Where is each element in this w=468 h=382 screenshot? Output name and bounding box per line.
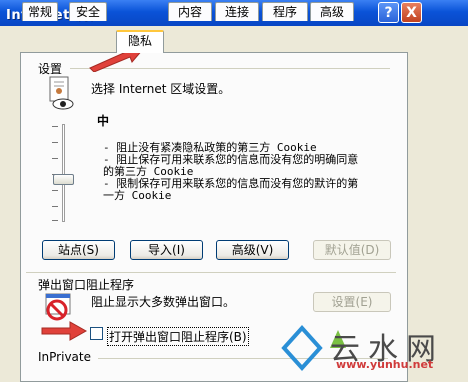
import-button[interactable]: 导入(I)	[130, 240, 203, 260]
popup-blocker-icon	[45, 293, 71, 321]
close-button[interactable]: X	[401, 2, 422, 23]
slider-tick	[52, 220, 58, 221]
popup-blocker-checkbox-label[interactable]: 打开弹出窗口阻止程序(B)	[107, 327, 249, 346]
privacy-slider-thumb[interactable]	[53, 174, 74, 185]
privacy-level-label: 中	[97, 114, 110, 128]
advanced-button[interactable]: 高级(V)	[216, 240, 289, 260]
settings-group-label: 设置	[38, 62, 63, 76]
tab-general[interactable]: 常规	[22, 2, 58, 21]
tab-privacy[interactable]: 隐私	[116, 30, 164, 53]
inprivate-group-label: InPrivate	[38, 350, 91, 364]
slider-tick	[52, 142, 58, 143]
help-button[interactable]: ?	[378, 2, 399, 23]
popup-top-separator	[26, 272, 396, 273]
tab-programs[interactable]: 程序	[262, 2, 308, 21]
slider-tick	[52, 190, 58, 191]
watermark-url: www.yunhu.net	[336, 358, 434, 371]
annotation-arrow-checkbox	[41, 321, 88, 341]
popup-group-label: 弹出窗口阻止程序	[38, 278, 135, 292]
tab-advanced[interactable]: 高级	[310, 2, 354, 21]
popup-settings-button[interactable]: 设置(E)	[313, 292, 391, 312]
tab-connections[interactable]: 连接	[215, 2, 259, 21]
popup-description: 阻止显示大多数弹出窗口。	[91, 295, 236, 309]
slider-tick	[52, 126, 58, 127]
popup-blocker-checkbox[interactable]	[90, 327, 103, 340]
privacy-slider-track[interactable]	[62, 124, 65, 222]
tab-content[interactable]: 内容	[168, 2, 212, 21]
default-button[interactable]: 默认值(D)	[313, 240, 391, 260]
privacy-document-icon	[49, 76, 74, 110]
policy-bullet-3-cont: 一方 Cookie	[103, 189, 172, 202]
slider-tick	[52, 158, 58, 159]
tab-security[interactable]: 安全	[69, 2, 107, 21]
zone-instruction-text: 选择 Internet 区域设置。	[91, 82, 231, 96]
sites-button[interactable]: 站点(S)	[42, 240, 115, 260]
slider-tick	[52, 206, 58, 207]
